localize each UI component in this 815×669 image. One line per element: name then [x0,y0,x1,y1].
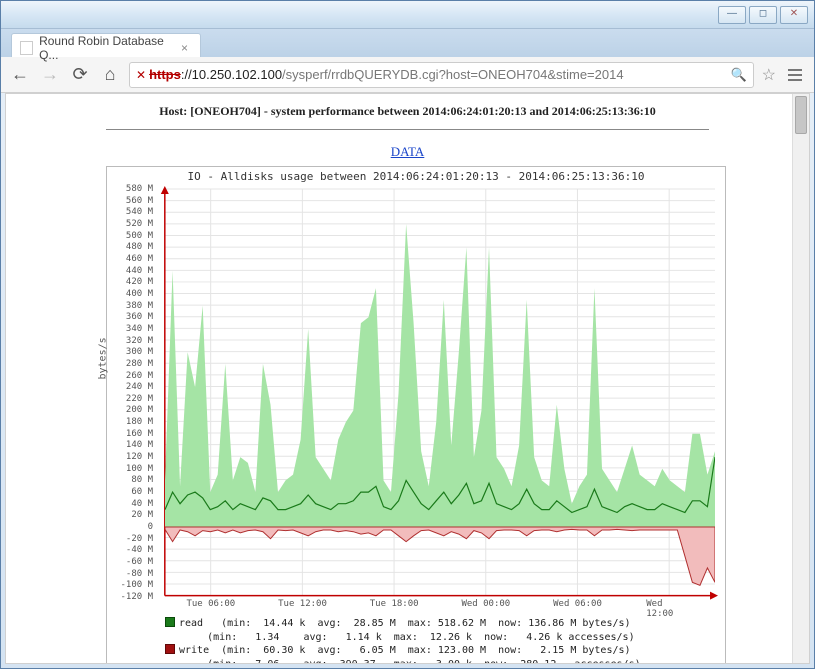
chart-body: bytes/s -120 M-100 M-80 M-60 M-40 M-20 M… [107,183,725,613]
address-bar[interactable]: ✕ https ://10.250.102.100 /sysperf/rrdbQ… [129,62,754,88]
x-tick: Wed 06:00 [553,599,602,609]
insecure-icon: ✕ [136,68,146,82]
window-minimize-button[interactable]: — [718,6,746,24]
reload-button[interactable]: ⟳ [69,64,91,86]
zoom-icon[interactable]: 🔍 [730,67,746,83]
legend-line: (min: 7.06 avg: 390.37 max: 3.00 k now: … [165,658,715,665]
window-maximize-button[interactable]: ◻ [749,6,777,24]
legend-line: write (min: 60.30 k avg: 6.05 M max: 123… [165,644,715,658]
series-write_area [165,527,715,585]
back-button[interactable]: ← [9,64,31,86]
page-content: Host: [ONEOH704] - system performance be… [6,94,809,664]
chrome-menu-icon[interactable] [784,65,806,85]
browser-toolbar: ← → ⟳ ⌂ ✕ https ://10.250.102.100 /syspe… [1,57,814,93]
data-link[interactable]: DATA [391,144,425,159]
x-tick: Tue 18:00 [370,599,419,609]
window-close-button[interactable]: ✕ [780,6,808,24]
vertical-scrollbar[interactable] [792,94,809,663]
window-title-bar: — ◻ ✕ [1,1,814,29]
chart-title: IO - Alldisks usage between 2014:06:24:0… [107,167,725,183]
page-viewport: Host: [ONEOH704] - system performance be… [5,93,810,664]
x-tick: Tue 06:00 [186,599,235,609]
bookmark-star-icon[interactable]: ☆ [762,65,776,85]
plot-svg [165,189,715,597]
x-tick: Tue 12:00 [278,599,327,609]
browser-tab[interactable]: Round Robin Database Q... × [11,33,201,57]
io-chart: IO - Alldisks usage between 2014:06:24:0… [106,166,726,664]
data-link-wrap: DATA [106,144,709,160]
series-read_max_area [165,224,715,527]
tab-strip: Round Robin Database Q... × [1,29,814,57]
page-icon [20,41,33,55]
url-path: /sysperf/rrdbQUERYDB.cgi?host=ONEOH704&s… [282,67,624,82]
plot-area [165,189,715,597]
url-host: ://10.250.102.100 [181,67,282,82]
legend-line: read (min: 14.44 k avg: 28.85 M max: 518… [165,617,715,631]
home-button[interactable]: ⌂ [99,64,121,86]
url-scheme: https [149,67,181,82]
x-tick-labels: Tue 06:00 Tue 12:00 Tue 18:00 Wed 00:00 Wed … [165,599,715,611]
tab-title: Round Robin Database Q... [39,34,175,62]
scrollbar-thumb[interactable] [795,96,807,134]
forward-button: → [39,64,61,86]
tab-close-icon[interactable]: × [181,41,188,55]
page-heading: Host: [ONEOH704] - system performance be… [106,104,709,119]
chart-legend: read (min: 14.44 k avg: 28.85 M max: 518… [107,613,725,664]
legend-line: (min: 1.34 avg: 1.14 k max: 12.26 k now:… [165,631,715,645]
x-tick: Wed 00:00 [461,599,510,609]
divider [106,129,709,130]
browser-window: — ◻ ✕ Round Robin Database Q... × ← → ⟳ … [0,0,815,669]
x-tick: Wed 12:00 [646,599,692,619]
